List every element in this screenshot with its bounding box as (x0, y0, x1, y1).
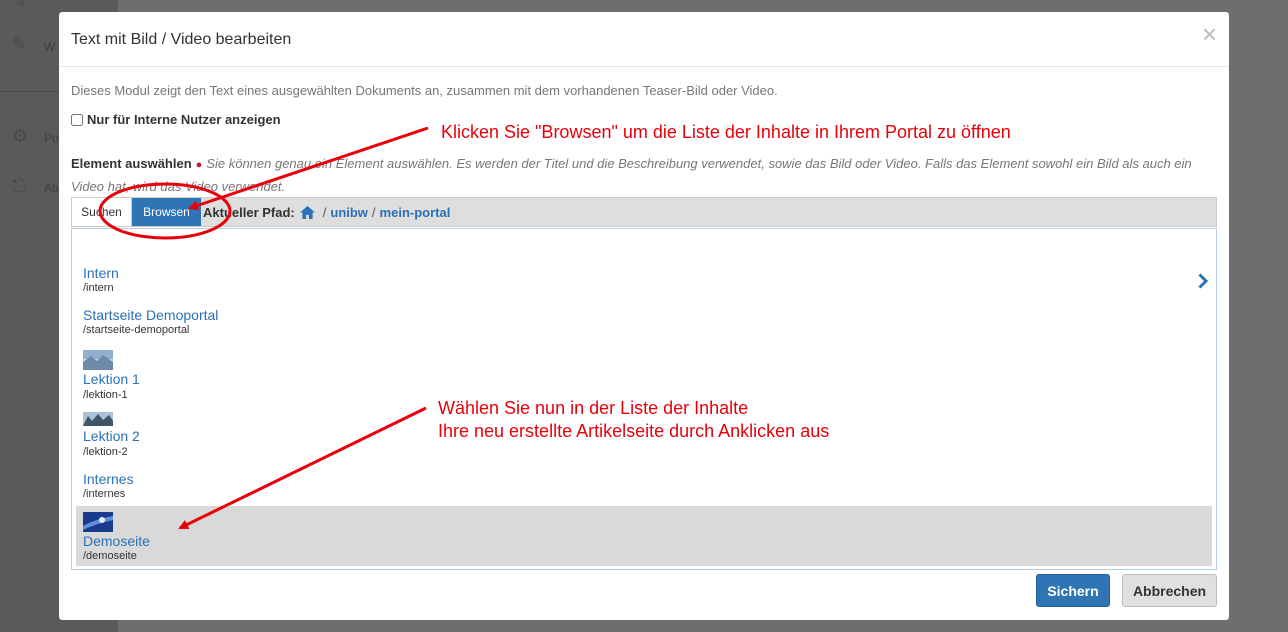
image-thumbnail (83, 412, 113, 426)
item-path: /demoseite (83, 550, 137, 562)
save-button[interactable]: Sichern (1036, 574, 1110, 607)
item-title[interactable]: Internes (83, 471, 134, 487)
logout-icon: ⎋ (12, 176, 27, 196)
sidebar-item-label: Po (44, 131, 59, 145)
browse-hint-text: Klicken Sie "Browsen" um die Liste der I… (441, 122, 1011, 142)
element-field-label: Element auswählen ● Sie können genau ein E… (71, 153, 1219, 197)
required-marker: ● (195, 159, 203, 171)
image-thumbnail (83, 350, 113, 370)
sidebar-item-label: Ab (44, 181, 59, 195)
list-item[interactable]: Intern /intern (76, 265, 1212, 299)
tab-browse[interactable]: Browsen (132, 198, 201, 226)
sidebar-item-label: W (44, 40, 56, 54)
pencil-icon: ✎ (12, 34, 28, 54)
image-thumbnail (83, 512, 113, 532)
item-title[interactable]: Startseite Demoportal (83, 307, 218, 323)
current-path: Aktueller Pfad: / unibw / mein-portal (203, 205, 450, 220)
dialog-title: Text mit Bild / Video bearbeiten (71, 31, 292, 48)
list-item[interactable]: Startseite Demoportal /startseite-demopo… (76, 307, 1212, 341)
edit-module-dialog: Text mit Bild / Video bearbeiten × Diese… (59, 12, 1229, 620)
item-path: /intern (83, 282, 114, 294)
item-title[interactable]: Lektion 2 (83, 428, 140, 444)
dialog-header: Text mit Bild / Video bearbeiten × (59, 12, 1229, 67)
item-path: /lektion-1 (83, 389, 128, 401)
item-path: /startseite-demoportal (83, 324, 190, 336)
item-path: /internes (83, 488, 126, 500)
tab-search[interactable]: Suchen (72, 198, 132, 226)
internal-only-checkbox[interactable] (71, 113, 83, 126)
select-hint-line-2: Ihre neu erstellte Artikelseite durch An… (438, 421, 830, 441)
internal-only-label: Nur für Interne Nutzer anzeigen (87, 112, 281, 127)
path-separator: / (322, 205, 327, 220)
item-title[interactable]: Lektion 1 (83, 371, 140, 387)
module-description: Dieses Modul zeigt den Text eines ausgew… (71, 83, 778, 98)
element-label: Element auswählen (71, 156, 192, 171)
pencil-icon: ✎ (12, 0, 28, 12)
home-icon[interactable] (299, 206, 315, 219)
list-item[interactable]: Internes /internes (76, 471, 1212, 505)
breadcrumb-unibw[interactable]: unibw (330, 205, 368, 220)
item-path: /lektion-2 (83, 446, 128, 458)
cancel-button[interactable]: Abbrechen (1122, 574, 1217, 607)
item-title[interactable]: Intern (83, 265, 119, 281)
list-item-selected[interactable]: Demoseite /demoseite (76, 506, 1212, 566)
current-path-label: Aktueller Pfad: (203, 205, 295, 220)
select-hint-line-1: Wählen Sie nun in der Liste der Inhalte (438, 398, 749, 418)
chevron-right-icon[interactable] (1198, 273, 1209, 294)
content-browser-toolbar: Suchen Browsen Aktueller Pfad: / unibw /… (71, 197, 1217, 227)
gears-icon: ⚙ (12, 126, 29, 146)
element-help-text: Sie können genau ein Element auswählen. … (71, 156, 1192, 194)
item-title[interactable]: Demoseite (83, 533, 150, 549)
breadcrumb-mein-portal[interactable]: mein-portal (380, 205, 451, 220)
close-icon[interactable]: × (1202, 21, 1217, 47)
list-item[interactable]: Lektion 1 /lektion-1 (76, 349, 1212, 401)
path-separator: / (371, 205, 376, 220)
internal-only-checkbox-row[interactable]: Nur für Interne Nutzer anzeigen (71, 112, 281, 127)
